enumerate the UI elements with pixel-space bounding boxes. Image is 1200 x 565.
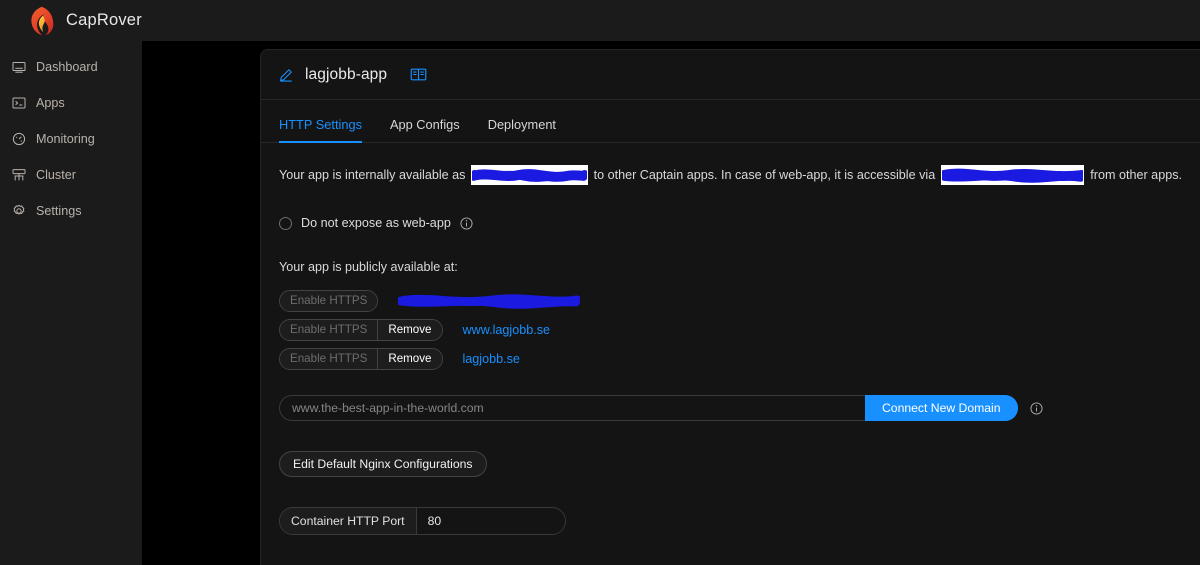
redacted-internal-url [941, 165, 1085, 185]
caprover-flame-logo-icon [31, 6, 54, 35]
domain-link[interactable]: lagjobb.se [463, 352, 520, 366]
do-not-expose-row: Do not expose as web-app [279, 216, 1182, 230]
sidebar-item-apps[interactable]: Apps [0, 85, 142, 121]
info-circle-icon[interactable] [460, 216, 473, 230]
sidebar-nav: Dashboard Apps Monitoring Cluster Settin… [0, 41, 142, 565]
tab-http-settings[interactable]: HTTP Settings [279, 117, 362, 143]
domain-row: Enable HTTPS Remove www.lagjobb.se [279, 315, 1182, 344]
remove-domain-button[interactable]: Remove [377, 319, 442, 340]
do-not-expose-checkbox[interactable] [279, 216, 292, 230]
domain-actions-group: Enable HTTPS [279, 289, 379, 312]
domain-link[interactable]: www.lagjobb.se [463, 323, 551, 337]
info-circle-icon[interactable] [1030, 401, 1043, 415]
connect-new-domain-row: Connect New Domain [279, 395, 1182, 421]
do-not-expose-label: Do not expose as web-app [301, 216, 451, 230]
remove-domain-button[interactable]: Remove [377, 348, 442, 369]
domain-list: Enable HTTPS Enable HTTPS Remove www.lag… [279, 286, 1182, 373]
gauge-monitoring-icon [12, 132, 26, 146]
sidebar-item-label: Monitoring [36, 132, 95, 146]
internal-text-part-1: Your app is internally available as [279, 168, 466, 182]
top-header-bar: CapRover [0, 0, 1200, 41]
page-title: lagjobb-app [305, 65, 388, 83]
open-book-icon[interactable] [410, 66, 427, 83]
sidebar-item-label: Cluster [36, 168, 76, 182]
tab-app-configs[interactable]: App Configs [390, 117, 460, 142]
redaction-scribble [398, 293, 581, 309]
container-http-port-input[interactable] [416, 508, 565, 534]
brand-logo-block[interactable]: CapRover [0, 0, 142, 41]
internal-text-part-3: from other apps. [1090, 168, 1182, 182]
internal-text-part-2: to other Captain apps. In case of web-ap… [593, 168, 936, 182]
card-header: lagjobb-app [261, 50, 1200, 100]
enable-https-button[interactable]: Enable HTTPS [280, 319, 378, 340]
container-http-port-group: Container HTTP Port [279, 507, 566, 535]
redaction-scribble [942, 168, 1084, 183]
domain-actions-group: Enable HTTPS Remove [279, 347, 443, 370]
sidebar-item-dashboard[interactable]: Dashboard [0, 49, 142, 85]
brand-name: CapRover [66, 11, 142, 29]
sidebar-item-settings[interactable]: Settings [0, 193, 142, 229]
enable-https-button[interactable]: Enable HTTPS [280, 290, 378, 311]
cluster-nodes-icon [12, 168, 26, 182]
terminal-apps-icon [12, 96, 26, 110]
publicly-available-label: Your app is publicly available at: [279, 260, 458, 274]
domain-row: Enable HTTPS [279, 286, 1182, 315]
connect-new-domain-button[interactable]: Connect New Domain [865, 395, 1018, 421]
new-domain-input[interactable] [279, 395, 865, 421]
sidebar-item-monitoring[interactable]: Monitoring [0, 121, 142, 157]
caprover-app-window: CapRover Dashboard Apps Monitoring Clust… [0, 0, 1200, 565]
tab-deployment[interactable]: Deployment [488, 117, 556, 142]
enable-https-button[interactable]: Enable HTTPS [280, 348, 378, 369]
sidebar-item-label: Settings [36, 204, 82, 218]
app-details-card: lagjobb-app HTTP Settings App Configs De… [260, 49, 1200, 565]
dashboard-icon [12, 60, 26, 74]
http-settings-panel: Your app is internally available as to o… [261, 143, 1200, 565]
main-content-area: lagjobb-app HTTP Settings App Configs De… [142, 41, 1200, 565]
redaction-scribble [472, 169, 587, 182]
redacted-internal-hostname [471, 165, 588, 185]
internal-availability-text: Your app is internally available as to o… [279, 165, 1182, 185]
sidebar-item-label: Apps [36, 96, 65, 110]
edit-default-nginx-configurations-button[interactable]: Edit Default Nginx Configurations [279, 451, 487, 477]
sidebar-item-label: Dashboard [36, 60, 98, 74]
pencil-edit-icon[interactable] [279, 67, 294, 82]
domain-actions-group: Enable HTTPS Remove [279, 318, 443, 341]
sidebar-item-cluster[interactable]: Cluster [0, 157, 142, 193]
gear-icon [12, 204, 26, 218]
container-http-port-label: Container HTTP Port [280, 508, 417, 534]
redacted-domain-url [398, 293, 581, 309]
domain-row: Enable HTTPS Remove lagjobb.se [279, 344, 1182, 373]
tab-bar: HTTP Settings App Configs Deployment [261, 100, 1200, 143]
